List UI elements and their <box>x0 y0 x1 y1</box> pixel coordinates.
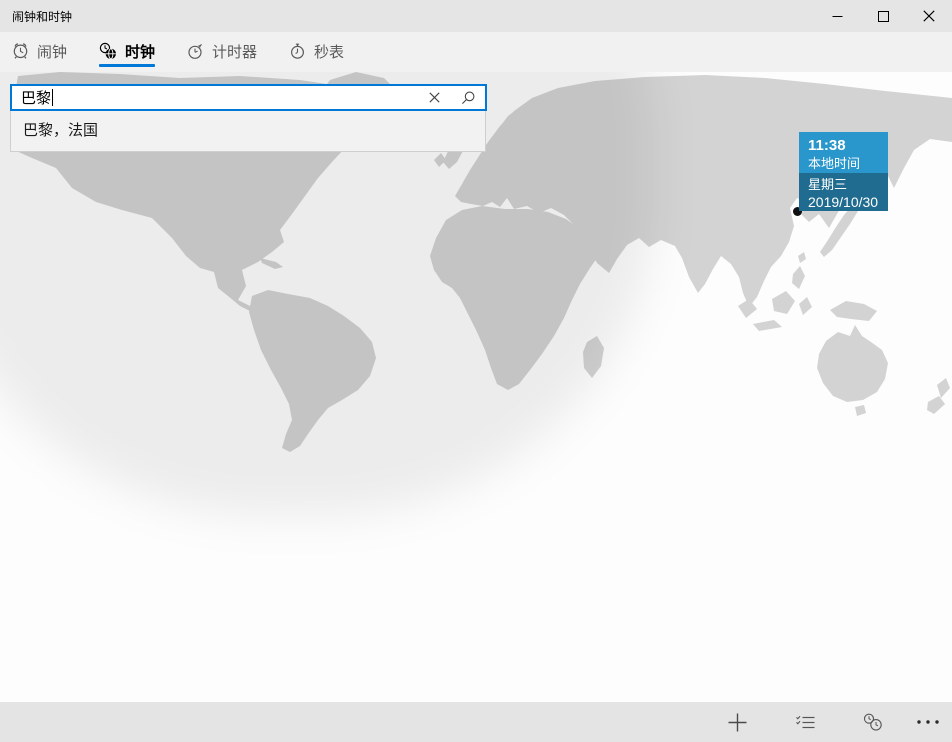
tab-alarm-label: 闹钟 <box>37 41 67 62</box>
selected-tab-underline <box>99 64 155 67</box>
city-search-panel: 巴黎 巴黎，法国 <box>10 84 487 152</box>
timer-icon <box>187 42 204 60</box>
maximize-icon <box>878 11 889 22</box>
popup-caption: 本地时间 <box>808 155 888 172</box>
land-new-guinea <box>830 301 877 321</box>
close-icon <box>923 10 935 22</box>
checklist-icon <box>796 715 815 730</box>
search-icon <box>461 91 475 105</box>
compare-times-button[interactable] <box>852 702 892 742</box>
popup-date: 2019/10/30 <box>808 193 888 211</box>
text-caret <box>52 89 53 106</box>
add-clock-button[interactable] <box>717 702 757 742</box>
minimize-icon <box>832 11 843 22</box>
land-new-zealand <box>937 378 950 398</box>
minimize-button[interactable] <box>814 0 860 32</box>
tab-stopwatch-label: 秒表 <box>314 41 344 62</box>
tab-underline <box>187 64 257 67</box>
alarm-icon <box>12 42 29 60</box>
land-philippines <box>792 266 805 289</box>
world-clock-icon <box>99 42 117 60</box>
tab-underline <box>289 64 344 67</box>
land-australia <box>817 325 888 402</box>
tab-alarm[interactable]: 闹钟 <box>12 41 67 67</box>
suggestion-item[interactable]: 巴黎，法国 <box>11 111 485 151</box>
more-options-button[interactable] <box>908 702 948 742</box>
clear-search-button[interactable] <box>417 86 451 109</box>
city-search-box: 巴黎 <box>10 84 487 111</box>
app-window: 11:38 本地时间 星期三 2019/10/30 闹钟和时钟 <box>0 0 952 742</box>
search-submit-button[interactable] <box>451 86 485 109</box>
tab-clock-label: 时钟 <box>125 41 155 62</box>
popup-time-section: 11:38 本地时间 <box>799 132 888 173</box>
maximize-button[interactable] <box>860 0 906 32</box>
window-title: 闹钟和时钟 <box>12 8 814 25</box>
title-bar[interactable]: 闹钟和时钟 <box>0 0 952 32</box>
city-search-input[interactable]: 巴黎 <box>12 87 417 108</box>
plus-icon <box>728 713 747 732</box>
select-clocks-button[interactable] <box>785 702 825 742</box>
search-value: 巴黎 <box>21 87 51 108</box>
tab-timer-label: 计时器 <box>212 41 257 62</box>
tab-underline <box>12 64 67 67</box>
tab-timer[interactable]: 计时器 <box>187 41 257 67</box>
popup-date-section: 星期三 2019/10/30 <box>799 173 888 211</box>
tab-stopwatch[interactable]: 秒表 <box>289 41 344 67</box>
tab-clock[interactable]: 时钟 <box>99 41 155 67</box>
local-time-popup: 11:38 本地时间 星期三 2019/10/30 <box>799 132 888 211</box>
tab-bar: 闹钟 时钟 <box>0 32 952 72</box>
stopwatch-icon <box>289 42 306 60</box>
popup-weekday: 星期三 <box>808 176 888 193</box>
clear-icon <box>429 92 440 103</box>
search-suggestions: 巴黎，法国 <box>10 111 486 152</box>
command-bar <box>0 702 952 742</box>
compare-clocks-icon <box>863 713 882 731</box>
popup-time: 11:38 <box>808 137 888 155</box>
close-button[interactable] <box>906 0 952 32</box>
ellipsis-icon <box>916 719 940 725</box>
